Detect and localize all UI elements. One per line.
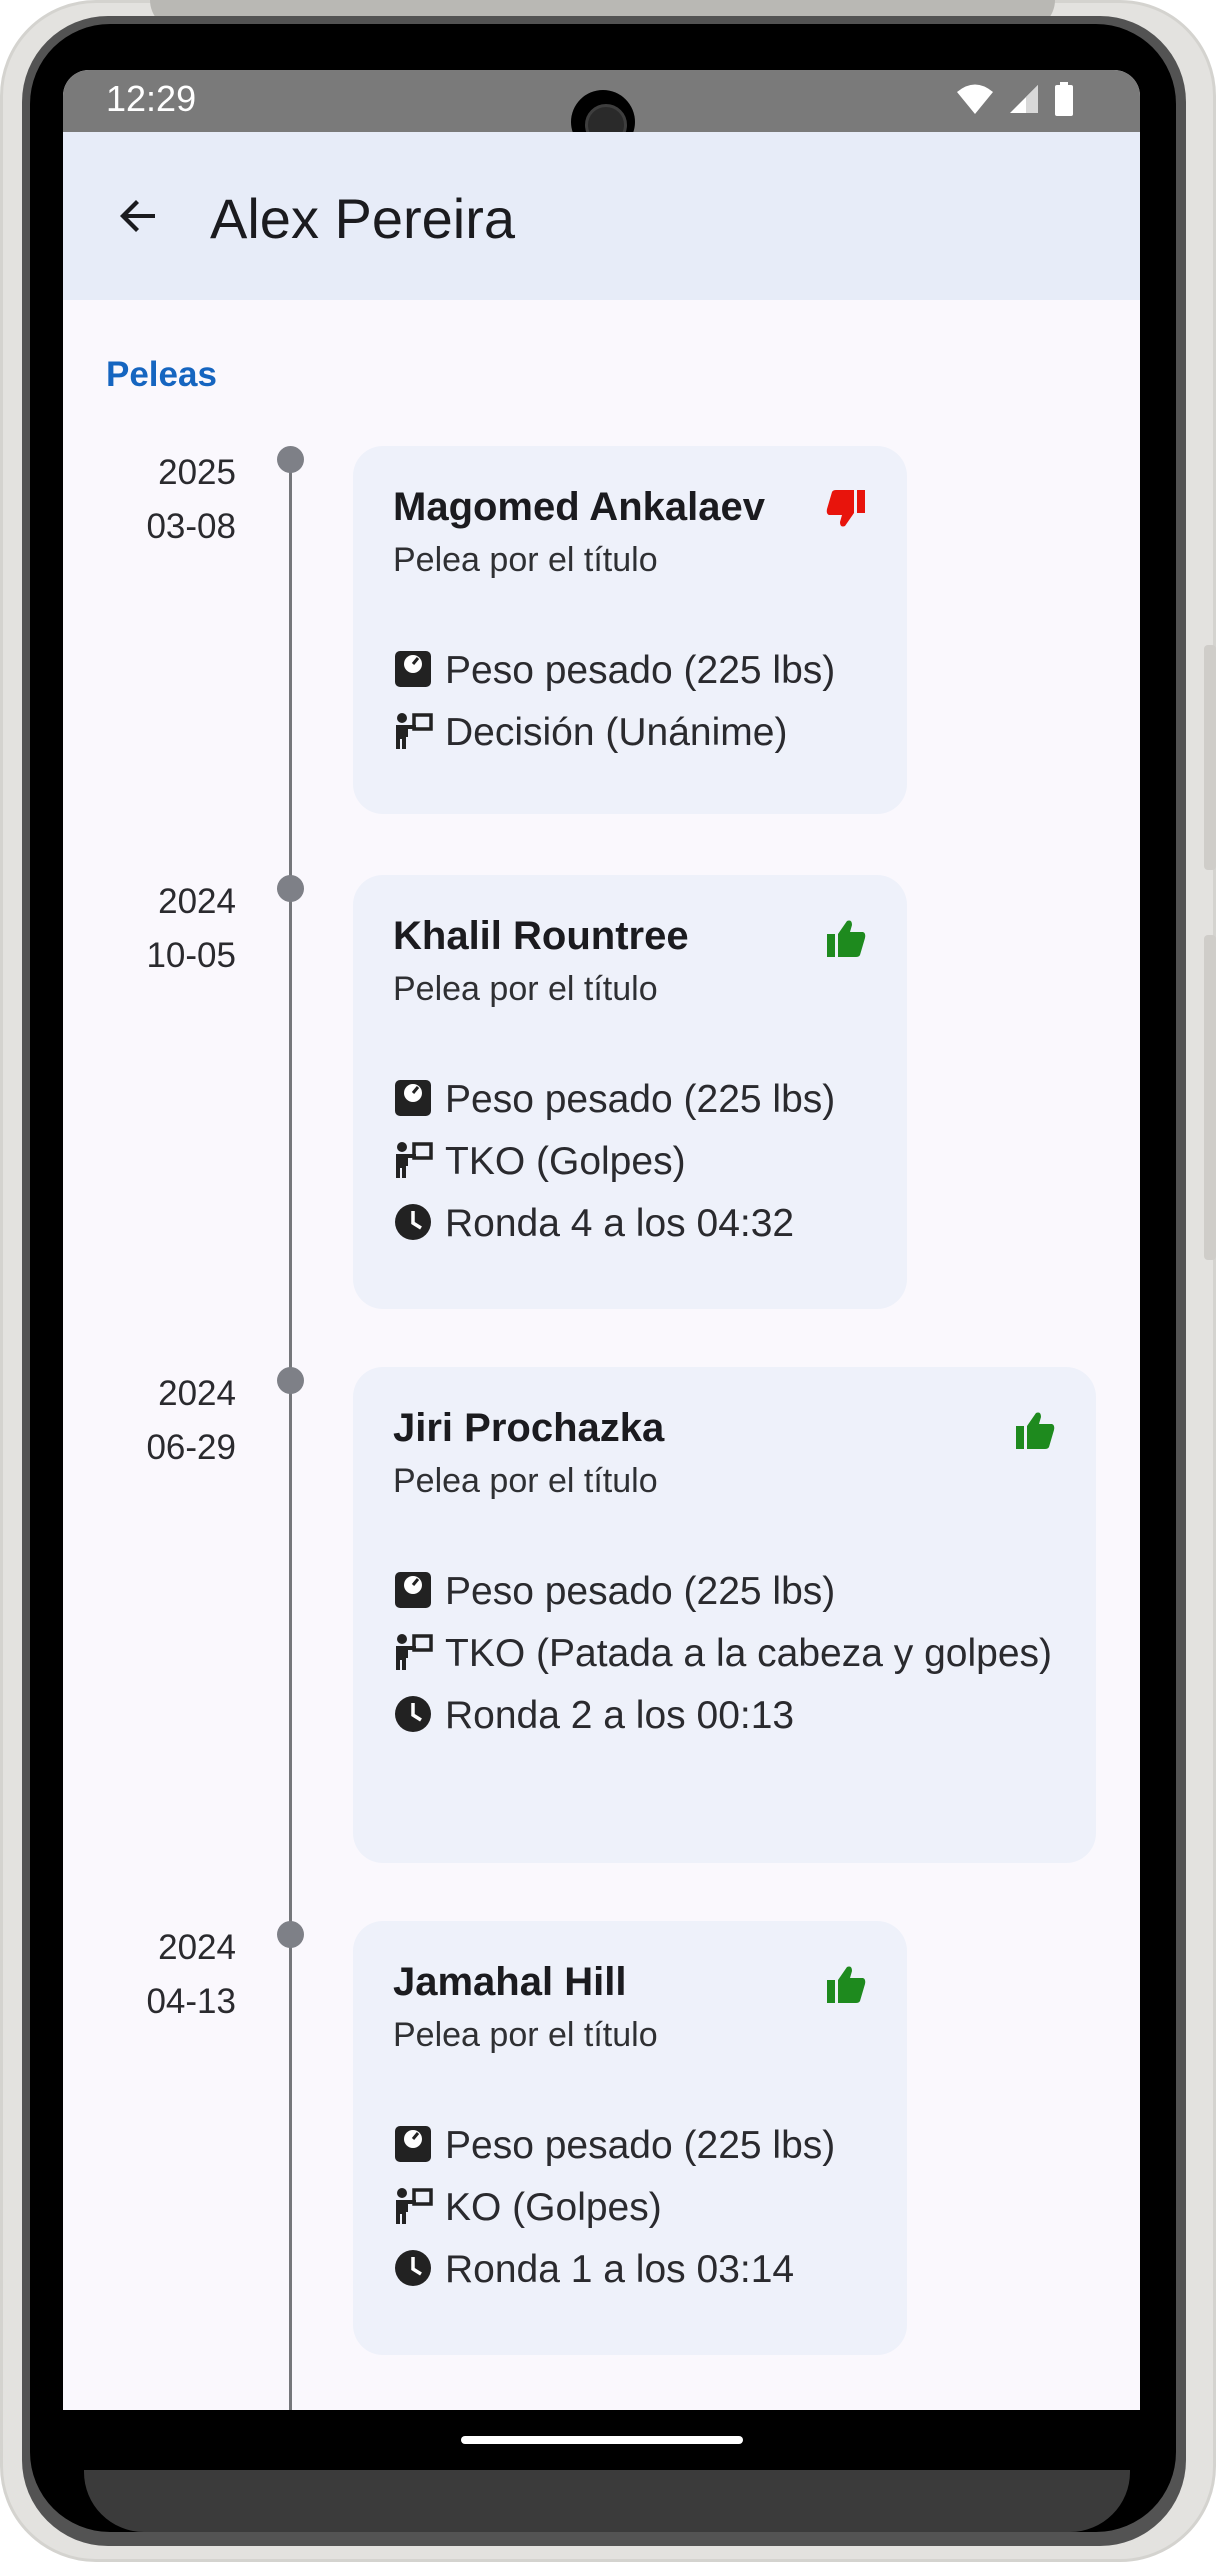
referee-icon (396, 713, 433, 749)
method-row: TKO (Golpes) (393, 1131, 867, 1193)
fight-date-year: 2024 (158, 1928, 236, 1967)
thumb-up-icon (827, 1966, 866, 2003)
round-time-text: Ronda 4 a los 04:32 (445, 1202, 795, 1245)
weight-class-row: Peso pesado (225 lbs) (393, 1561, 1056, 1623)
weight-class-text: Peso pesado (225 lbs) (445, 649, 836, 692)
weight-class-text: Peso pesado (225 lbs) (445, 1078, 836, 1121)
screen: 12:29 Alex Pereira Peleas 2025 03-08 Mag… (63, 70, 1140, 2470)
volume-button (1204, 645, 1216, 870)
fight-card[interactable]: Jiri Prochazka Pelea por el título Peso … (353, 1367, 1096, 1863)
signal-icon (1010, 85, 1038, 113)
navigation-bar (63, 2410, 1140, 2470)
referee-icon (396, 1142, 433, 1178)
timeline-dot (277, 1921, 304, 1948)
app-bar: Alex Pereira (63, 132, 1140, 300)
scale-icon (395, 651, 431, 687)
referee-icon (396, 1634, 433, 1670)
bout-type: Pelea por el título (393, 541, 658, 579)
round-time-text: Ronda 2 a los 00:13 (445, 1694, 795, 1737)
status-time: 12:29 (106, 78, 197, 119)
fight-date: 2024 06-29 (103, 1367, 236, 1475)
method-text: Decisión (Unánime) (445, 711, 788, 754)
round-time-row: Ronda 1 a los 03:14 (393, 2239, 867, 2301)
fight-date-month-day: 04-13 (146, 1982, 236, 2021)
clock-icon (395, 2250, 431, 2286)
fight-date: 2025 03-08 (103, 446, 236, 554)
arrow-back-icon (120, 200, 155, 232)
bout-type: Pelea por el título (393, 970, 658, 1008)
weight-class-row: Peso pesado (225 lbs) (393, 640, 867, 702)
weight-class-row: Peso pesado (225 lbs) (393, 2115, 867, 2177)
clock-icon (395, 1696, 431, 1732)
home-gesture-handle[interactable] (461, 2436, 743, 2444)
timeline-line (289, 462, 292, 2470)
fight-date-month-day: 06-29 (146, 1428, 236, 1467)
scale-icon (395, 1080, 431, 1116)
status-icons (956, 82, 1074, 116)
section-label-fights: Peleas (106, 355, 217, 394)
weight-class-text: Peso pesado (225 lbs) (445, 1570, 836, 1613)
method-text: TKO (Golpes) (445, 1140, 686, 1183)
fight-card[interactable]: Jamahal Hill Pelea por el título Peso pe… (353, 1921, 907, 2355)
page-title: Alex Pereira (210, 187, 516, 250)
opponent-name: Khalil Rountree (393, 914, 689, 958)
fight-date-month-day: 03-08 (146, 507, 236, 546)
scale-icon (395, 2126, 431, 2162)
timeline-dot (277, 446, 304, 473)
round-time-row: Ronda 2 a los 00:13 (393, 1685, 1056, 1747)
method-text: KO (Golpes) (445, 2186, 662, 2229)
method-row: TKO (Patada a la cabeza y golpes) (393, 1623, 1056, 1685)
power-button (1204, 935, 1216, 1260)
weight-class-text: Peso pesado (225 lbs) (445, 2124, 836, 2167)
thumb-down-icon (826, 490, 865, 527)
fight-date-month-day: 10-05 (146, 936, 236, 975)
weight-class-row: Peso pesado (225 lbs) (393, 1069, 867, 1131)
method-row: KO (Golpes) (393, 2177, 867, 2239)
fight-date-year: 2024 (158, 882, 236, 921)
back-button[interactable] (103, 180, 175, 252)
fight-card[interactable]: Magomed Ankalaev Pelea por el título Pes… (353, 446, 907, 814)
fight-date-year: 2025 (158, 453, 236, 492)
fight-date-year: 2024 (158, 1374, 236, 1413)
scale-icon (395, 1572, 431, 1608)
opponent-name: Jiri Prochazka (393, 1406, 665, 1450)
method-row: Decisión (Unánime) (393, 702, 867, 764)
battery-icon (1055, 82, 1073, 116)
method-text: TKO (Patada a la cabeza y golpes) (445, 1632, 1052, 1675)
timeline-dot (277, 1367, 304, 1394)
fight-card[interactable]: Khalil Rountree Pelea por el título Peso… (353, 875, 907, 1309)
opponent-name: Jamahal Hill (393, 1960, 627, 2004)
fight-date: 2024 04-13 (103, 1921, 236, 2029)
clock-icon (395, 1204, 431, 1240)
opponent-name: Magomed Ankalaev (393, 485, 765, 529)
bout-type: Pelea por el título (393, 2016, 658, 2054)
wifi-icon (957, 84, 993, 114)
referee-icon (396, 2188, 433, 2224)
round-time-row: Ronda 4 a los 04:32 (393, 1193, 867, 1255)
thumb-up-icon (1016, 1412, 1055, 1449)
timeline-dot (277, 875, 304, 902)
round-time-text: Ronda 1 a los 03:14 (445, 2248, 795, 2291)
fight-date: 2024 10-05 (103, 875, 236, 983)
bout-type: Pelea por el título (393, 1462, 658, 1500)
thumb-up-icon (827, 920, 866, 957)
device-chin (84, 2468, 1130, 2532)
